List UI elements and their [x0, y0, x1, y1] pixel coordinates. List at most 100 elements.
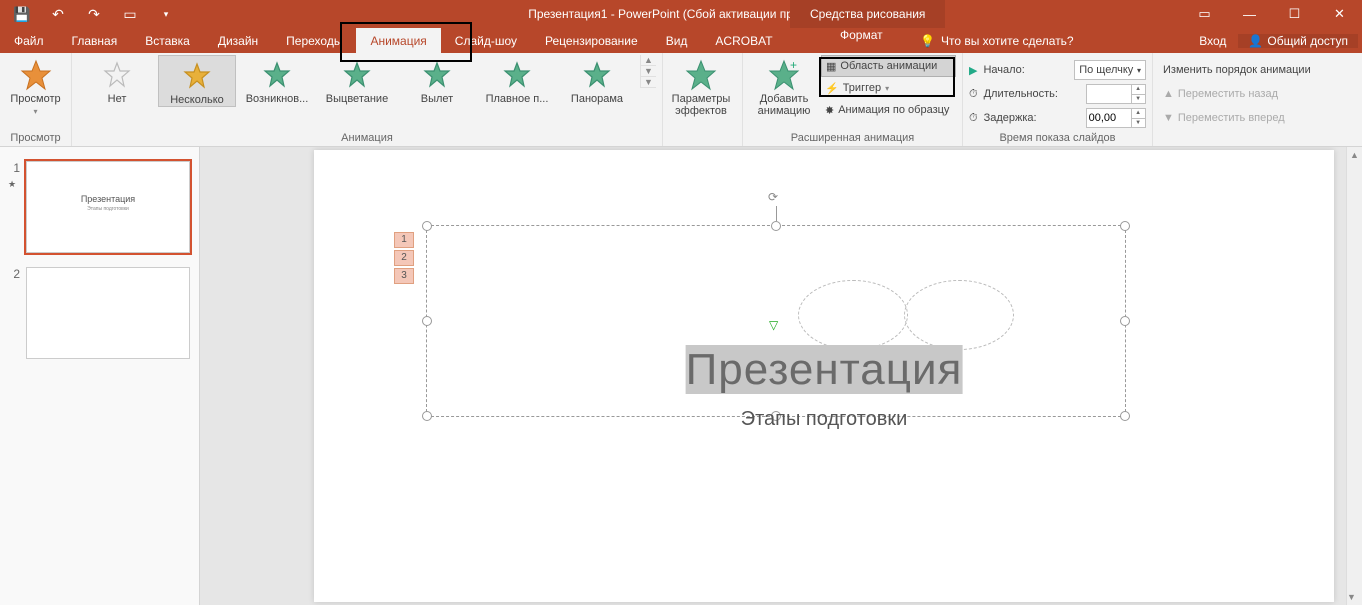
- gallery-effect-none[interactable]: Нет: [78, 55, 156, 105]
- add-animation-label: Добавить анимацию: [749, 93, 819, 117]
- spin-down[interactable]: ▼: [1131, 119, 1145, 128]
- spin-up[interactable]: ▲: [1131, 109, 1145, 119]
- qat-customize[interactable]: ▾: [150, 0, 182, 28]
- maximize-button[interactable]: ☐: [1272, 0, 1317, 28]
- star-icon: [343, 61, 371, 89]
- tab-slideshow[interactable]: Слайд-шоу: [441, 28, 531, 53]
- tab-acrobat[interactable]: ACROBAT: [701, 28, 786, 53]
- tell-me-box[interactable]: 💡 Что вы хотите сделать?: [920, 28, 1074, 53]
- trigger-button[interactable]: ⚡ Триггер ▾: [821, 77, 956, 99]
- effect-label: Панорама: [571, 93, 623, 105]
- ribbon-display-options[interactable]: ▭: [1182, 0, 1227, 28]
- clock-icon: ⏱: [969, 112, 978, 125]
- tab-animation[interactable]: Анимация: [356, 28, 440, 53]
- svg-text:+: +: [790, 59, 797, 72]
- animation-painter-button[interactable]: ✸ Анимация по образцу: [821, 99, 956, 121]
- share-button[interactable]: 👤 Общий доступ: [1238, 34, 1358, 48]
- tab-file[interactable]: Файл: [0, 28, 58, 53]
- star-effectopt-icon: [685, 59, 717, 91]
- move-earlier-label: Переместить назад: [1178, 88, 1278, 100]
- animation-tag-3[interactable]: 3: [394, 268, 414, 284]
- slide-thumb-2[interactable]: [26, 267, 190, 359]
- star-icon: [423, 61, 451, 89]
- minimize-button[interactable]: —: [1227, 0, 1272, 28]
- resize-handle[interactable]: [1120, 411, 1130, 421]
- lightbulb-icon: 💡: [920, 34, 935, 48]
- gallery-effect-fade[interactable]: Выцветание: [318, 55, 396, 105]
- gallery-effect-split[interactable]: Панорама: [558, 55, 636, 105]
- vertical-scrollbar[interactable]: ▲ ▼: [1346, 147, 1362, 605]
- gallery-effect-float-in[interactable]: Плавное п...: [478, 55, 556, 105]
- window-buttons: ▭ — ☐ ✕: [1182, 0, 1362, 28]
- tab-review[interactable]: Рецензирование: [531, 28, 652, 53]
- delay-input[interactable]: [1087, 109, 1131, 127]
- undo-button[interactable]: ↶: [42, 0, 74, 28]
- slide-thumb-1[interactable]: Презентация Этапы подготовки: [26, 161, 190, 253]
- move-later-label: Переместить вперед: [1178, 112, 1285, 124]
- motion-path-ellipse[interactable]: [798, 280, 908, 350]
- login-button[interactable]: Вход: [1189, 34, 1236, 48]
- redo-button[interactable]: ↷: [78, 0, 110, 28]
- resize-handle[interactable]: [422, 411, 432, 421]
- star-preview-icon: [20, 59, 52, 91]
- trigger-label: Триггер: [843, 82, 881, 94]
- animation-tag-1[interactable]: 1: [394, 232, 414, 248]
- scroll-up[interactable]: ▲: [1347, 147, 1362, 163]
- gallery-effect-fly-in[interactable]: Вылет: [398, 55, 476, 105]
- rotate-handle[interactable]: ⟳: [768, 190, 784, 206]
- title-text: Презентация: [686, 345, 963, 394]
- motion-path-ellipse[interactable]: [904, 280, 1014, 350]
- effect-label: Нет: [108, 93, 127, 105]
- resize-handle[interactable]: [1120, 221, 1130, 231]
- group-advanced-animation: Расширенная анимация: [749, 132, 956, 146]
- close-button[interactable]: ✕: [1317, 0, 1362, 28]
- gallery-effect-appear[interactable]: Возникнов...: [238, 55, 316, 105]
- delay-spinner[interactable]: ▲▼: [1086, 108, 1146, 128]
- tab-insert[interactable]: Вставка: [131, 28, 204, 53]
- star-plus-icon: +: [768, 59, 800, 91]
- thumb-subtitle: Этапы подготовки: [27, 206, 189, 212]
- motion-path-start-icon: ▽: [769, 318, 778, 332]
- pane-icon: ▦: [826, 60, 836, 73]
- tab-design[interactable]: Дизайн: [204, 28, 272, 53]
- add-animation-button[interactable]: + Добавить анимацию: [749, 55, 819, 132]
- slide-subtitle[interactable]: Этапы подготовки: [741, 408, 908, 431]
- save-button[interactable]: 💾: [6, 0, 38, 28]
- gallery-expand[interactable]: ▼: [641, 77, 656, 88]
- start-combo[interactable]: По щелчку ▾: [1074, 60, 1146, 80]
- gallery-scroll-down[interactable]: ▼: [641, 66, 656, 77]
- star-icon: [583, 61, 611, 89]
- duration-label: Длительность:: [984, 88, 1080, 100]
- tab-view[interactable]: Вид: [652, 28, 702, 53]
- lightning-icon: ⚡: [825, 82, 839, 95]
- animation-pane-button[interactable]: ▦ Область анимации: [821, 55, 956, 77]
- slide-title[interactable]: Презентация: [686, 345, 963, 395]
- group-timing: Время показа слайдов: [969, 132, 1146, 146]
- spin-up[interactable]: ▲: [1131, 85, 1145, 95]
- gallery-effect-multiple[interactable]: Несколько: [158, 55, 236, 107]
- slide-canvas[interactable]: 1 2 3 ⟳ ▽ Презентация Этапы подготов: [200, 147, 1362, 605]
- titlebar: 💾 ↶ ↷ ▭ ▾ Презентация1 - PowerPoint (Сбо…: [0, 0, 1362, 28]
- resize-handle[interactable]: [422, 316, 432, 326]
- resize-handle[interactable]: [422, 221, 432, 231]
- duration-spinner[interactable]: ▲▼: [1086, 84, 1146, 104]
- spin-down[interactable]: ▼: [1131, 95, 1145, 104]
- start-from-beginning-button[interactable]: ▭: [114, 0, 146, 28]
- animation-tag-2[interactable]: 2: [394, 250, 414, 266]
- gallery-scroll-up[interactable]: ▲: [641, 55, 656, 66]
- move-later-button[interactable]: ▼ Переместить вперед: [1159, 107, 1327, 129]
- clock-icon: ⏱: [969, 88, 978, 101]
- start-value: По щелчку: [1079, 64, 1133, 76]
- tab-transitions[interactable]: Переходы: [272, 28, 356, 53]
- quick-access-toolbar: 💾 ↶ ↷ ▭ ▾: [0, 0, 188, 28]
- tab-home[interactable]: Главная: [58, 28, 132, 53]
- resize-handle[interactable]: [771, 221, 781, 231]
- resize-handle[interactable]: [1120, 316, 1130, 326]
- tab-format[interactable]: Формат: [826, 28, 897, 42]
- ribbon: Просмотр ▾ Просмотр Нет Несколько Возник…: [0, 53, 1362, 147]
- effect-options-button[interactable]: Параметры эффектов: [669, 55, 733, 117]
- duration-input[interactable]: [1087, 85, 1131, 103]
- scroll-down[interactable]: ▼: [1347, 589, 1356, 605]
- preview-button[interactable]: Просмотр ▾: [6, 55, 65, 116]
- move-earlier-button[interactable]: ▲ Переместить назад: [1159, 83, 1327, 105]
